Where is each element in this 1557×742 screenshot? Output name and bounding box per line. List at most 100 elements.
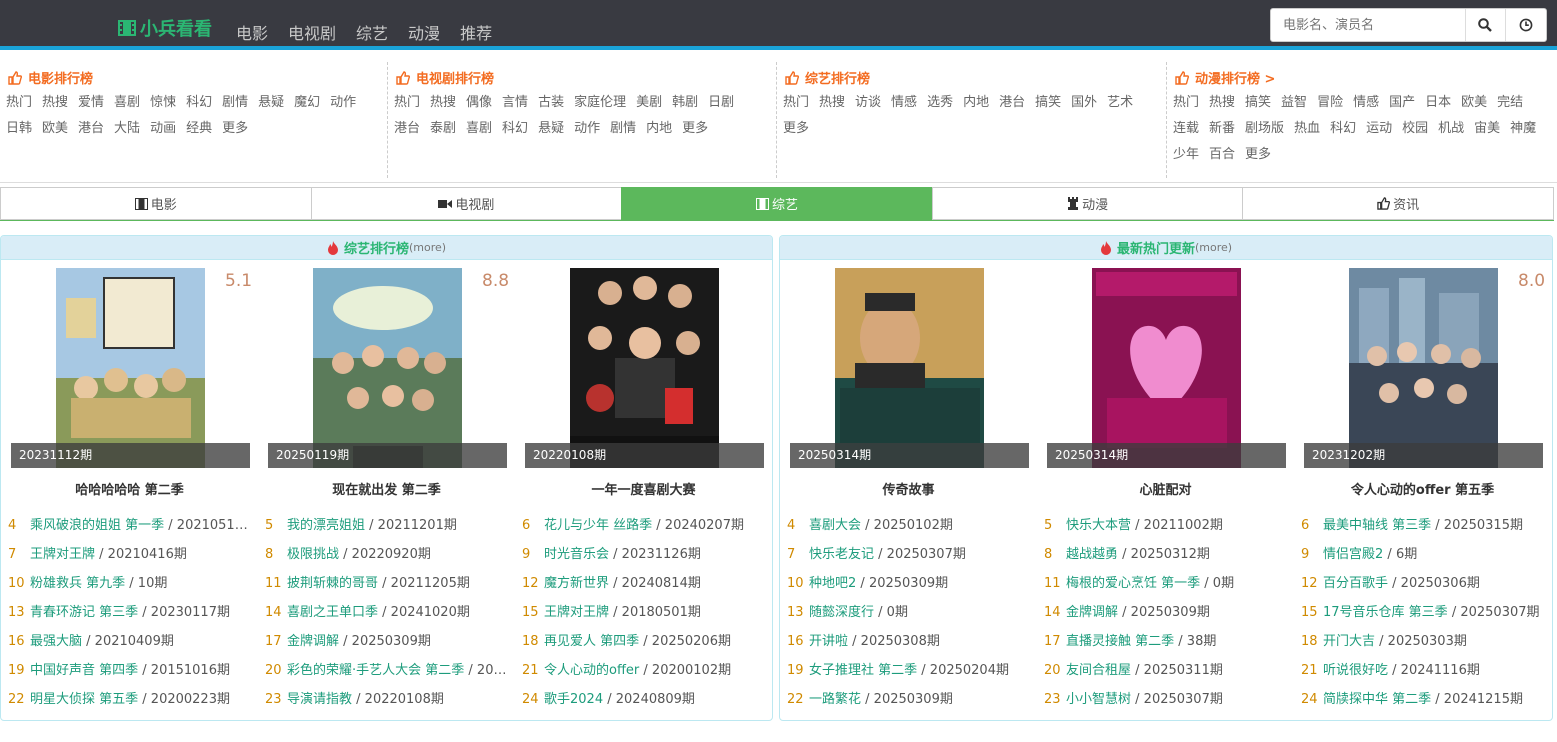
show-card[interactable]: 8.8 20250119期 现在就出发 第二季 [258,268,515,498]
category-tag[interactable]: 热门 [1173,90,1199,116]
show-name-link[interactable]: 魔方新世界 [544,576,609,591]
site-logo[interactable]: 小兵看看 [118,16,212,40]
category-tag[interactable]: 搞笑 [1035,90,1061,116]
show-name-link[interactable]: 梅根的爱心烹饪 第一季 [1066,576,1200,591]
list-item[interactable]: 24 歌手2024 / 20240809期 [522,690,767,710]
category-tag[interactable]: 美剧 [636,90,662,116]
tab-tv[interactable]: 电视剧 [310,187,622,220]
list-item[interactable]: 14 金牌调解 / 20250309期 [1044,603,1287,623]
show-name-link[interactable]: 时光音乐会 [544,547,609,562]
category-tag[interactable]: 更多 [222,116,248,142]
category-tag[interactable]: 选秀 [927,90,953,116]
category-tag[interactable]: 港台 [999,90,1025,116]
list-item[interactable]: 11 披荆斩棘的哥哥 / 20211205期 [265,574,508,594]
category-tag[interactable]: 搞笑 [1245,90,1271,116]
category-tag[interactable]: 泰剧 [430,116,456,142]
category-tag[interactable]: 言情 [502,90,528,116]
list-item[interactable]: 18 开门大吉 / 20250303期 [1301,632,1546,652]
category-title-movie[interactable]: 电影排行榜 [8,68,93,87]
show-name-link[interactable]: 种地吧2 [809,576,856,591]
list-item[interactable]: 23 小小智慧树 / 20250307期 [1044,690,1287,710]
panel-more-link[interactable]: (more) [1195,241,1232,254]
list-item[interactable]: 12 魔方新世界 / 20240814期 [522,574,767,594]
list-item[interactable]: 9 情侣宫殿2 / 6期 [1301,545,1546,565]
category-tag[interactable]: 机战 [1438,116,1464,142]
list-item[interactable]: 21 听说很好吃 / 20241116期 [1301,661,1546,681]
category-tag[interactable]: 动作 [574,116,600,142]
category-tag[interactable]: 偶像 [466,90,492,116]
list-item[interactable]: 22 一路繁花 / 20250309期 [787,690,1027,710]
category-tag[interactable]: 运动 [1366,116,1392,142]
list-item[interactable]: 17 直播灵接触 第二季 / 38期 [1044,632,1287,652]
category-tag[interactable]: 动画 [150,116,176,142]
list-item[interactable]: 5 我的漂亮姐姐 / 20211201期 [265,516,508,536]
nav-item-variety[interactable]: 综艺 [356,20,388,44]
list-item[interactable]: 6 最美中轴线 第三季 / 20250315期 [1301,516,1546,536]
nav-item-movie[interactable]: 电影 [236,20,268,44]
category-tag[interactable]: 大陆 [114,116,140,142]
poster-image[interactable] [570,268,719,468]
list-item[interactable]: 12 百分百歌手 / 20250306期 [1301,574,1546,594]
tab-anime[interactable]: 动漫 [931,187,1243,220]
list-item[interactable]: 20 彩色的荣耀·手艺人大会 第二季 / 20250101期 [265,661,508,681]
list-item[interactable]: 11 梅根的爱心烹饪 第一季 / 0期 [1044,574,1287,594]
list-item[interactable]: 14 喜剧之王单口季 / 20241020期 [265,603,508,623]
show-name-link[interactable]: 情侣宫殿2 [1323,547,1383,562]
show-name-link[interactable]: 17号音乐仓库 第三季 [1323,605,1448,620]
show-name-link[interactable]: 再见爱人 第四季 [544,634,639,649]
list-item[interactable]: 9 时光音乐会 / 20231126期 [522,545,767,565]
show-name-link[interactable]: 简牍探中华 第二季 [1323,692,1431,707]
category-tag[interactable]: 动作 [330,90,356,116]
category-tag[interactable]: 港台 [394,116,420,142]
show-name-link[interactable]: 喜剧之王单口季 [287,605,378,620]
list-item[interactable]: 5 快乐大本营 / 20211002期 [1044,516,1287,536]
list-item[interactable]: 17 金牌调解 / 20250309期 [265,632,508,652]
poster-image[interactable] [1349,268,1498,468]
list-item[interactable]: 4 乘风破浪的姐姐 第一季 / 20210514期 [8,516,248,536]
category-tag[interactable]: 悬疑 [258,90,284,116]
list-item[interactable]: 19 女子推理社 第二季 / 20250204期 [787,661,1027,681]
show-name-link[interactable]: 披荆斩棘的哥哥 [287,576,378,591]
category-tag[interactable]: 冒险 [1317,90,1343,116]
show-name-link[interactable]: 彩色的荣耀·手艺人大会 第二季 [287,663,464,678]
show-title[interactable]: 令人心动的offer 第五季 [1294,479,1551,498]
list-item[interactable]: 7 王牌对王牌 / 20210416期 [8,545,248,565]
category-tag[interactable]: 新番 [1209,116,1235,142]
category-tag[interactable]: 剧情 [610,116,636,142]
show-name-link[interactable]: 我的漂亮姐姐 [287,518,365,533]
tab-variety[interactable]: 综艺 [621,187,932,220]
show-title[interactable]: 一年一度喜剧大赛 [515,479,772,498]
show-name-link[interactable]: 中国好声音 第四季 [30,663,138,678]
category-tag[interactable]: 惊悚 [150,90,176,116]
category-tag[interactable]: 科幻 [1330,116,1356,142]
show-name-link[interactable]: 令人心动的offer [544,663,639,678]
list-item[interactable]: 15 王牌对王牌 / 20180501期 [522,603,767,623]
show-name-link[interactable]: 开讲啦 [809,634,848,649]
category-tag[interactable]: 热血 [1294,116,1320,142]
show-name-link[interactable]: 越战越勇 [1066,547,1118,562]
category-tag[interactable]: 连载 [1173,116,1199,142]
tab-movie[interactable]: 电影 [0,187,311,220]
category-tag[interactable]: 热搜 [819,90,845,116]
category-tag[interactable]: 少年 [1173,142,1199,168]
category-tag[interactable]: 港台 [78,116,104,142]
show-name-link[interactable]: 喜剧大会 [809,518,861,533]
category-tag[interactable]: 情感 [891,90,917,116]
category-tag[interactable]: 欧美 [1461,90,1487,116]
category-tag[interactable]: 经典 [186,116,212,142]
show-name-link[interactable]: 金牌调解 [1066,605,1118,620]
panel-title[interactable]: 综艺排行榜 [344,238,409,257]
list-item[interactable]: 19 中国好声音 第四季 / 20151016期 [8,661,248,681]
show-name-link[interactable]: 听说很好吃 [1323,663,1388,678]
list-item[interactable]: 13 青春环游记 第三季 / 20230117期 [8,603,248,623]
category-tag[interactable]: 热搜 [430,90,456,116]
show-card[interactable]: 20250314期 心脏配对 [1037,268,1294,498]
list-item[interactable]: 22 明星大侦探 第五季 / 20200223期 [8,690,248,710]
show-name-link[interactable]: 随懿深度行 [809,605,874,620]
poster-image[interactable] [56,268,205,468]
category-tag[interactable]: 完结 [1497,90,1523,116]
show-name-link[interactable]: 百分百歌手 [1323,576,1388,591]
list-item[interactable]: 18 再见爱人 第四季 / 20250206期 [522,632,767,652]
nav-item-recommend[interactable]: 推荐 [460,20,492,44]
show-card[interactable]: 20220108期 一年一度喜剧大赛 [515,268,772,498]
